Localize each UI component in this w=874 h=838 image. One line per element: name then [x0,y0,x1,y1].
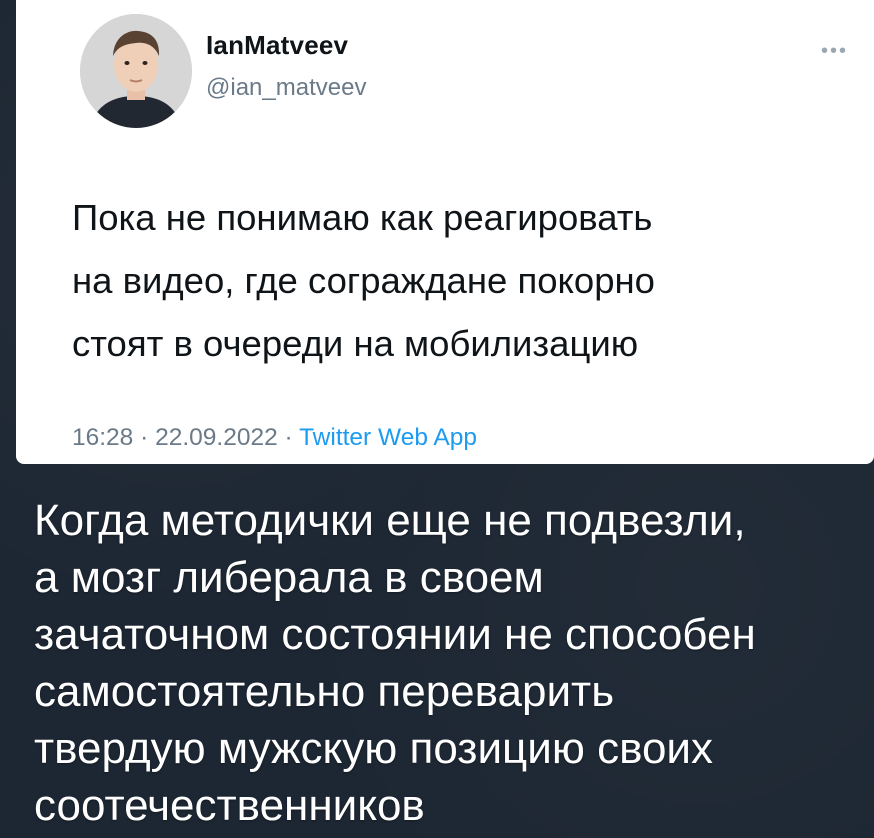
tweet-meta: 16:28 · 22.09.2022 · Twitter Web App [72,424,477,452]
avatar-photo [80,14,192,128]
tweet-source[interactable]: Twitter Web App [299,424,477,451]
meta-separator: · [277,424,300,451]
avatar[interactable] [80,14,192,128]
user-handle[interactable]: @ian_matveev [206,74,366,102]
meta-separator: · [133,424,156,451]
display-name[interactable]: IanMatveev [206,30,348,61]
tweet-text: Пока не понимаю как реагировать на видео… [72,197,655,364]
chat-message-frame: IanMatveev @ian_matveev ••• Пока не пони… [0,0,874,838]
tweet-screenshot-card[interactable]: IanMatveev @ian_matveev ••• Пока не пони… [16,0,874,464]
message-caption: Когда методички еще не подвезли, а мозг … [34,496,756,830]
more-dots-icon[interactable]: ••• [821,40,848,63]
tweet-date[interactable]: 22.09.2022 [155,424,278,451]
tweet-time[interactable]: 16:28 [72,424,133,451]
